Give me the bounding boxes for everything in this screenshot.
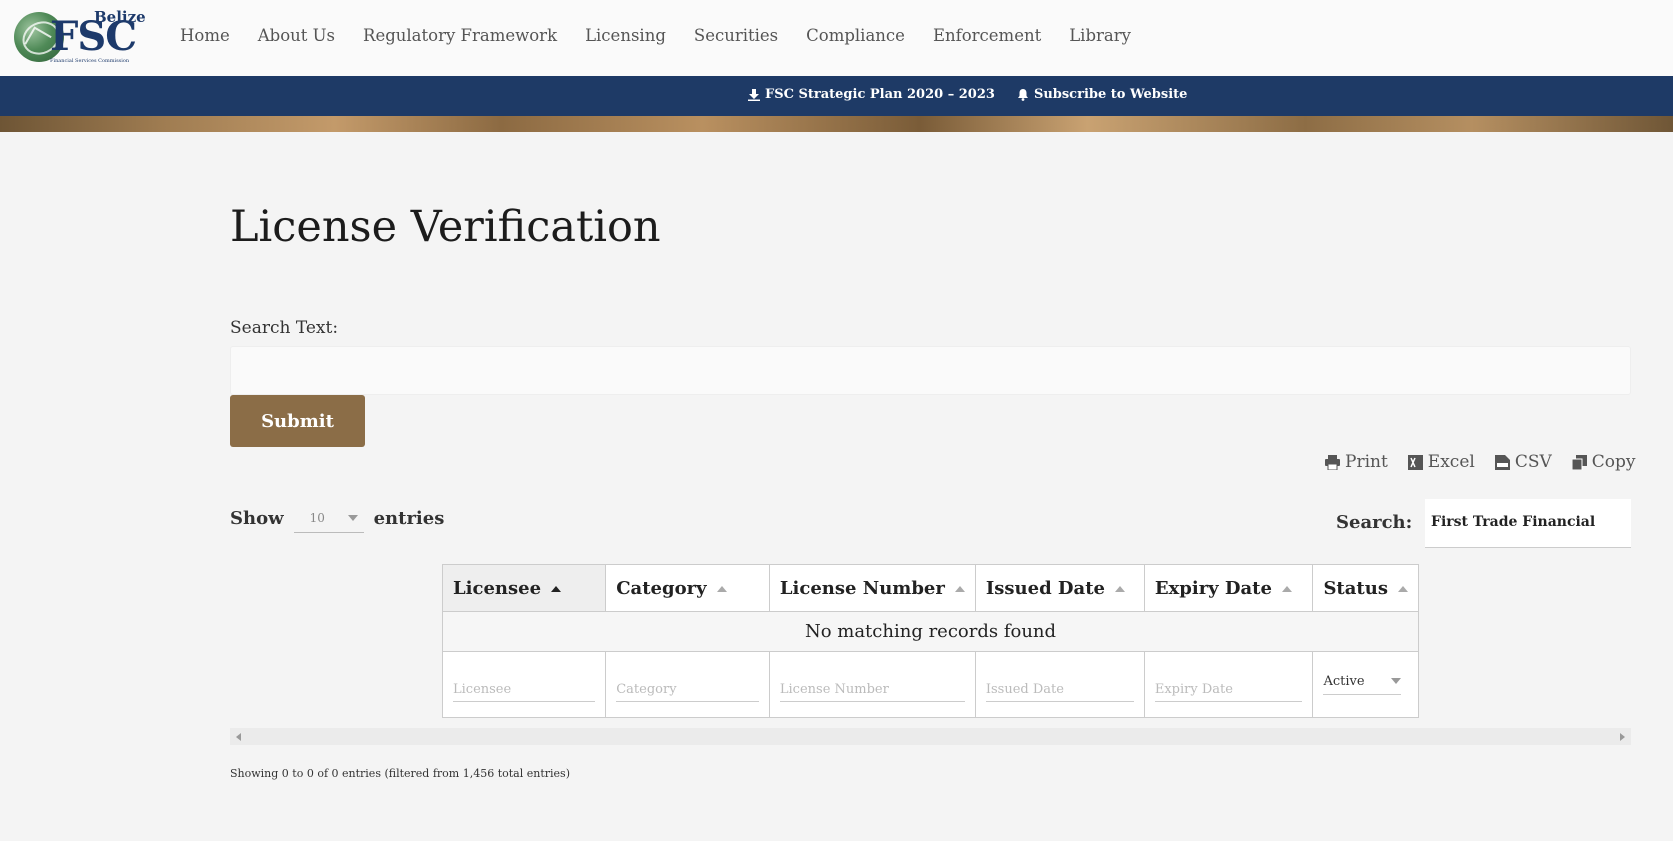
column-label: Status: [1323, 577, 1388, 599]
column-label: Category: [616, 577, 707, 599]
length-control: Show 10 entries: [230, 503, 444, 533]
column-label: Licensee: [453, 577, 542, 599]
copy-icon: [1571, 454, 1587, 470]
strategic-plan-label: FSC Strategic Plan 2020 – 2023: [765, 87, 995, 102]
top-navbar: Belize FSC Financial Services Commission…: [0, 0, 1673, 76]
sort-asc-icon: [551, 585, 562, 592]
copy-label: Copy: [1591, 452, 1636, 472]
csv-label: CSV: [1514, 452, 1552, 472]
horizontal-scrollbar[interactable]: [230, 728, 1631, 745]
license-table: Licensee Category License Number Issued …: [441, 564, 1419, 718]
nav-about-us[interactable]: About Us: [258, 26, 335, 45]
filter-expiry-date[interactable]: Expiry Date: [1154, 676, 1303, 702]
announcement-bar: FSC Strategic Plan 2020 – 2023 Subscribe…: [0, 76, 1673, 116]
filter-cell: Issued Date: [974, 651, 1145, 718]
filter-row: Licensee Category License Number Issued …: [441, 651, 1419, 718]
column-header-licensee[interactable]: Licensee: [441, 564, 607, 612]
search-text-input[interactable]: [230, 346, 1631, 395]
filter-cell: Active: [1312, 651, 1419, 718]
sort-icon: [1281, 585, 1292, 592]
sort-icon: [954, 585, 965, 592]
chevron-down-icon: [1391, 678, 1402, 684]
status-select-value: Active: [1323, 673, 1365, 689]
bell-icon: [1017, 88, 1028, 101]
column-header-status[interactable]: Status: [1312, 564, 1419, 612]
search-text-label: Search Text:: [230, 318, 339, 338]
filter-cell: Expiry Date: [1143, 651, 1314, 718]
column-header-license-number[interactable]: License Number: [768, 564, 976, 612]
csv-button[interactable]: CSV: [1494, 452, 1552, 472]
excel-button[interactable]: Excel: [1407, 452, 1475, 472]
page-title: License Verification: [230, 202, 661, 252]
entries-select-value: 10: [309, 510, 325, 525]
empty-message: No matching records found: [442, 611, 1419, 652]
nav-library[interactable]: Library: [1069, 26, 1131, 45]
excel-icon: [1407, 454, 1423, 470]
sort-icon: [1114, 585, 1125, 592]
table-search-input[interactable]: First Trade Financial: [1425, 499, 1631, 548]
column-header-expiry-date[interactable]: Expiry Date: [1143, 564, 1314, 612]
submit-button[interactable]: Submit: [230, 395, 365, 447]
sort-icon: [1397, 585, 1408, 592]
column-label: Issued Date: [985, 577, 1105, 599]
print-label: Print: [1345, 452, 1388, 472]
filter-cell: Licensee: [441, 651, 607, 718]
nav-home[interactable]: Home: [180, 26, 230, 45]
table-info: Showing 0 to 0 of 0 entries (filtered fr…: [230, 767, 570, 780]
show-label: Show: [230, 507, 284, 529]
nav-regulatory-framework[interactable]: Regulatory Framework: [363, 26, 557, 45]
table-row: No matching records found: [442, 611, 1419, 652]
excel-label: Excel: [1427, 452, 1475, 472]
download-icon: [748, 88, 760, 101]
fsc-logo[interactable]: Belize FSC Financial Services Commission: [12, 8, 146, 66]
copy-button[interactable]: Copy: [1571, 452, 1636, 472]
nav-compliance[interactable]: Compliance: [806, 26, 905, 45]
strategic-plan-link[interactable]: FSC Strategic Plan 2020 – 2023: [748, 87, 995, 102]
table-search-label: Search:: [1336, 512, 1413, 533]
entries-select[interactable]: 10: [293, 503, 364, 533]
column-label: License Number: [779, 577, 945, 599]
export-buttons: Print Excel CSV Copy: [1325, 452, 1635, 472]
column-header-issued-date[interactable]: Issued Date: [974, 564, 1145, 612]
sort-icon: [716, 585, 727, 592]
chevron-down-icon: [347, 514, 358, 521]
filter-status-select[interactable]: Active: [1323, 669, 1402, 695]
subscribe-label: Subscribe to Website: [1033, 87, 1188, 102]
scroll-right-icon[interactable]: [1620, 733, 1625, 741]
csv-icon: [1494, 454, 1510, 470]
logo-subtitle: Financial Services Commission: [50, 58, 130, 64]
nav-licensing[interactable]: Licensing: [585, 26, 666, 45]
filter-cell: License Number: [768, 651, 976, 718]
filter-issued-date[interactable]: Issued Date: [985, 676, 1134, 702]
nav-enforcement[interactable]: Enforcement: [933, 26, 1041, 45]
filter-cell: Category: [605, 651, 770, 718]
subscribe-link[interactable]: Subscribe to Website: [1017, 87, 1187, 102]
column-label: Expiry Date: [1154, 577, 1272, 599]
entries-label: entries: [373, 507, 445, 529]
nav-securities[interactable]: Securities: [694, 26, 778, 45]
print-button[interactable]: Print: [1325, 452, 1388, 472]
column-header-category[interactable]: Category: [605, 564, 770, 612]
banner-strip: [0, 116, 1673, 132]
filter-licensee[interactable]: Licensee: [453, 676, 596, 702]
logo-fsc-text: FSC: [50, 13, 137, 60]
scroll-left-icon[interactable]: [236, 733, 241, 741]
print-icon: [1325, 454, 1340, 470]
filter-license-number[interactable]: License Number: [779, 676, 965, 702]
filter-category[interactable]: Category: [616, 676, 759, 702]
main-nav: Home About Us Regulatory Framework Licen…: [180, 26, 1159, 45]
